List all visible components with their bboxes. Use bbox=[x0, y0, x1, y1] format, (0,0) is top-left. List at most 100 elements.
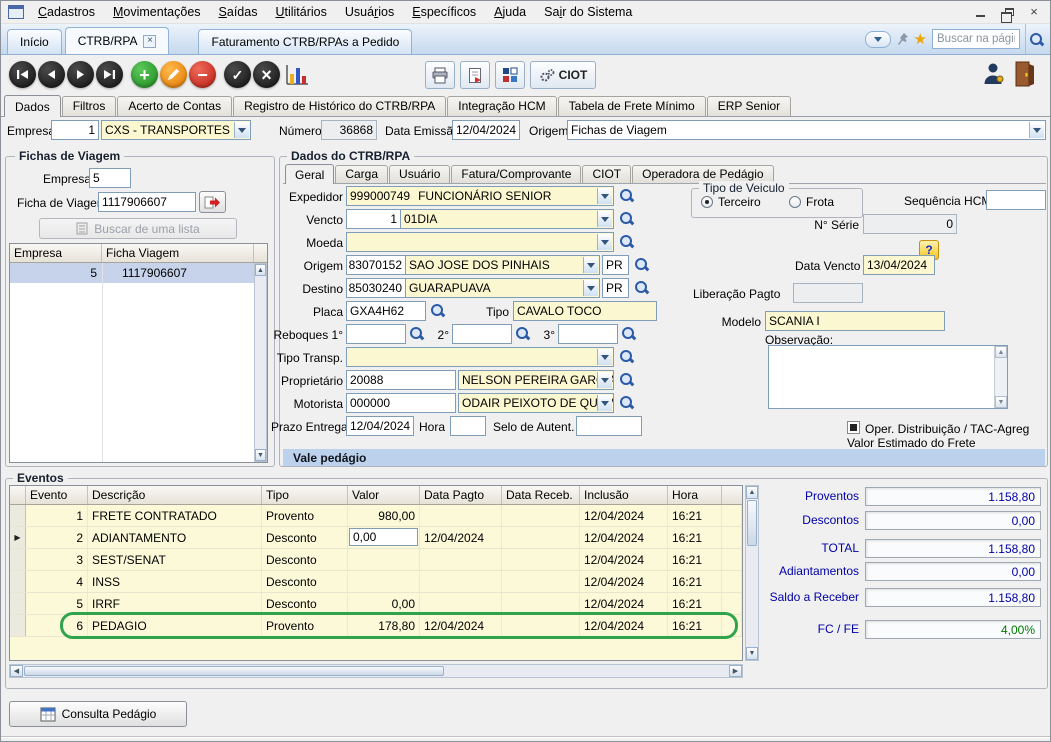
eventos-col-descri-o[interactable]: Descrição bbox=[88, 486, 262, 504]
col-ficha-viagem[interactable]: Ficha Viagem bbox=[102, 244, 254, 262]
main-tab-tabela-de-frete-m-nimo[interactable]: Tabela de Frete Mínimo bbox=[558, 96, 706, 116]
reboque1-field[interactable] bbox=[346, 324, 406, 344]
empresa-code-field[interactable]: 1 bbox=[51, 120, 99, 140]
cell-inclusao[interactable]: 12/04/2024 bbox=[580, 505, 668, 526]
cell-valor[interactable] bbox=[348, 571, 420, 592]
arrow-up-icon[interactable]: ▲ bbox=[995, 346, 1007, 358]
menu-item-espec-ficos[interactable]: Específicos bbox=[403, 2, 485, 22]
cell-descricao[interactable]: FRETE CONTRATADO bbox=[88, 505, 262, 526]
scrollbar-thumb[interactable] bbox=[747, 500, 757, 546]
origem-header-combo[interactable]: Fichas de Viagem bbox=[567, 120, 1046, 140]
dados-tab-carga[interactable]: Carga bbox=[335, 165, 388, 183]
proprietario-combo[interactable]: NELSON PEREIRA GARCIA - bbox=[458, 370, 614, 390]
main-tab-registro-de-hist-rico-do-ctrb-rpa[interactable]: Registro de Histórico do CTRB/RPA bbox=[233, 96, 446, 116]
chart-button[interactable] bbox=[285, 63, 309, 86]
selo-field[interactable] bbox=[576, 416, 642, 436]
placa-field[interactable]: GXA4H62 bbox=[346, 301, 426, 321]
cell-evento[interactable]: 4 bbox=[26, 571, 88, 592]
eventos-row-2[interactable]: ▶2ADIANTAMENTODesconto0,0012/04/202412/0… bbox=[10, 527, 742, 549]
lookup-icon[interactable] bbox=[619, 211, 634, 226]
eventos-row-4[interactable]: 4INSSDesconto12/04/202416:21 bbox=[10, 571, 742, 593]
fichas-vscrollbar[interactable]: ▲ ▼ bbox=[254, 263, 267, 462]
tab-list-dropdown[interactable] bbox=[865, 31, 891, 48]
proprietario-code-field[interactable]: 20088 bbox=[346, 370, 456, 390]
cell-inclusao[interactable]: 12/04/2024 bbox=[580, 527, 668, 548]
fichas-grid-row[interactable]: 51117906607 bbox=[10, 263, 267, 283]
cell-evento[interactable]: 2 bbox=[26, 527, 88, 548]
cell-inclusao[interactable]: 12/04/2024 bbox=[580, 571, 668, 592]
first-record-button[interactable] bbox=[9, 61, 36, 88]
chevron-down-icon[interactable] bbox=[597, 211, 612, 227]
cell-descricao[interactable]: ADIANTAMENTO bbox=[88, 527, 262, 548]
cell-data-pagto[interactable] bbox=[420, 571, 502, 592]
cell-hora[interactable]: 16:21 bbox=[668, 571, 722, 592]
radio-terceiro[interactable]: Terceiro bbox=[701, 195, 761, 209]
eventos-col-data-receb[interactable]: Data Receb. bbox=[502, 486, 580, 504]
cell-data-pagto[interactable] bbox=[420, 505, 502, 526]
lookup-icon[interactable] bbox=[409, 326, 424, 341]
eventos-row-5[interactable]: 5IRRFDesconto0,0012/04/202416:21 bbox=[10, 593, 742, 615]
cell-valor[interactable]: 980,00 bbox=[348, 505, 420, 526]
pin-icon[interactable] bbox=[896, 32, 909, 46]
vencto-combo[interactable]: 01DIA bbox=[400, 209, 614, 229]
cell-data-receb[interactable] bbox=[502, 505, 580, 526]
cell-valor-edit[interactable]: 0,00 bbox=[348, 527, 420, 548]
delete-record-button[interactable]: − bbox=[189, 61, 216, 88]
chevron-down-icon[interactable] bbox=[597, 395, 612, 411]
page-tab-in-cio[interactable]: Início bbox=[7, 29, 62, 54]
data-vencto-field[interactable]: 13/04/2024 bbox=[863, 255, 935, 275]
cell-data-pagto[interactable]: 12/04/2024 bbox=[420, 527, 502, 548]
ciot-button[interactable]: CIOT bbox=[530, 61, 596, 89]
cell-inclusao[interactable]: 12/04/2024 bbox=[580, 549, 668, 570]
chevron-down-icon[interactable] bbox=[597, 349, 612, 365]
origem-code-field[interactable]: 83070152 bbox=[346, 255, 406, 275]
empresa-name-combo[interactable]: CXS - TRANSPORTES bbox=[101, 120, 251, 140]
arrow-down-icon[interactable]: ▼ bbox=[995, 396, 1007, 408]
chevron-down-icon[interactable] bbox=[583, 280, 598, 296]
cell-descricao[interactable]: IRRF bbox=[88, 593, 262, 614]
dados-tab-ciot[interactable]: CIOT bbox=[582, 165, 631, 183]
arrow-right-icon[interactable]: ▶ bbox=[729, 665, 742, 677]
cell-evento[interactable]: 5 bbox=[26, 593, 88, 614]
lookup-icon[interactable] bbox=[634, 257, 649, 272]
cell-tipo[interactable]: Desconto bbox=[262, 571, 348, 592]
reboque3-field[interactable] bbox=[558, 324, 618, 344]
cell-data-receb[interactable] bbox=[502, 571, 580, 592]
cell-tipo[interactable]: Desconto bbox=[262, 527, 348, 548]
cell-data-receb[interactable] bbox=[502, 549, 580, 570]
page-tab-ctrb-rpa[interactable]: CTRB/RPA× bbox=[65, 27, 170, 54]
next-record-button[interactable] bbox=[67, 61, 94, 88]
destino-uf-field[interactable]: PR bbox=[602, 278, 629, 298]
main-tab-integra-o-hcm[interactable]: Integração HCM bbox=[447, 96, 556, 116]
motorista-combo[interactable]: ODAIR PEIXOTO DE QUEVEI bbox=[458, 393, 614, 413]
main-tab-acerto-de-contas[interactable]: Acerto de Contas bbox=[117, 96, 232, 116]
cell-empresa[interactable]: 5 bbox=[10, 263, 102, 283]
consulta-pedagio-button[interactable]: Consulta Pedágio bbox=[9, 701, 187, 727]
origem-uf-field[interactable]: PR bbox=[602, 255, 629, 275]
lookup-icon[interactable] bbox=[619, 349, 634, 364]
observacao-textarea[interactable]: ▲ ▼ bbox=[768, 345, 1008, 409]
cell-inclusao[interactable]: 12/04/2024 bbox=[580, 615, 668, 636]
minimize-button[interactable] bbox=[968, 3, 992, 20]
chevron-down-icon[interactable] bbox=[234, 122, 249, 138]
search-icon[interactable] bbox=[1025, 24, 1047, 54]
prev-record-button[interactable] bbox=[38, 61, 65, 88]
fichas-empresa-field[interactable]: 5 bbox=[89, 168, 131, 188]
arrow-down-icon[interactable]: ▼ bbox=[255, 449, 266, 461]
cell-data-receb[interactable] bbox=[502, 615, 580, 636]
fichas-grid[interactable]: Empresa Ficha Viagem 51117906607 ▲ ▼ bbox=[9, 243, 268, 463]
user-button[interactable] bbox=[983, 62, 1004, 85]
eventos-col-tipo[interactable]: Tipo bbox=[262, 486, 348, 504]
chevron-down-icon[interactable] bbox=[597, 372, 612, 388]
cell-tipo[interactable]: Desconto bbox=[262, 593, 348, 614]
cell-hora[interactable]: 16:21 bbox=[668, 505, 722, 526]
eventos-row-1[interactable]: 1FRETE CONTRATADOProvento980,0012/04/202… bbox=[10, 505, 742, 527]
edit-record-button[interactable] bbox=[160, 61, 187, 88]
eventos-vscrollbar[interactable]: ▲ ▼ bbox=[745, 485, 759, 661]
print-button[interactable] bbox=[425, 61, 455, 89]
favorite-star-icon[interactable]: ★ bbox=[914, 32, 927, 47]
restore-button[interactable] bbox=[995, 3, 1019, 20]
cell-ficha-viagem[interactable]: 1117906607 bbox=[102, 263, 254, 283]
cell-evento[interactable]: 6 bbox=[26, 615, 88, 636]
cell-tipo[interactable]: Desconto bbox=[262, 549, 348, 570]
